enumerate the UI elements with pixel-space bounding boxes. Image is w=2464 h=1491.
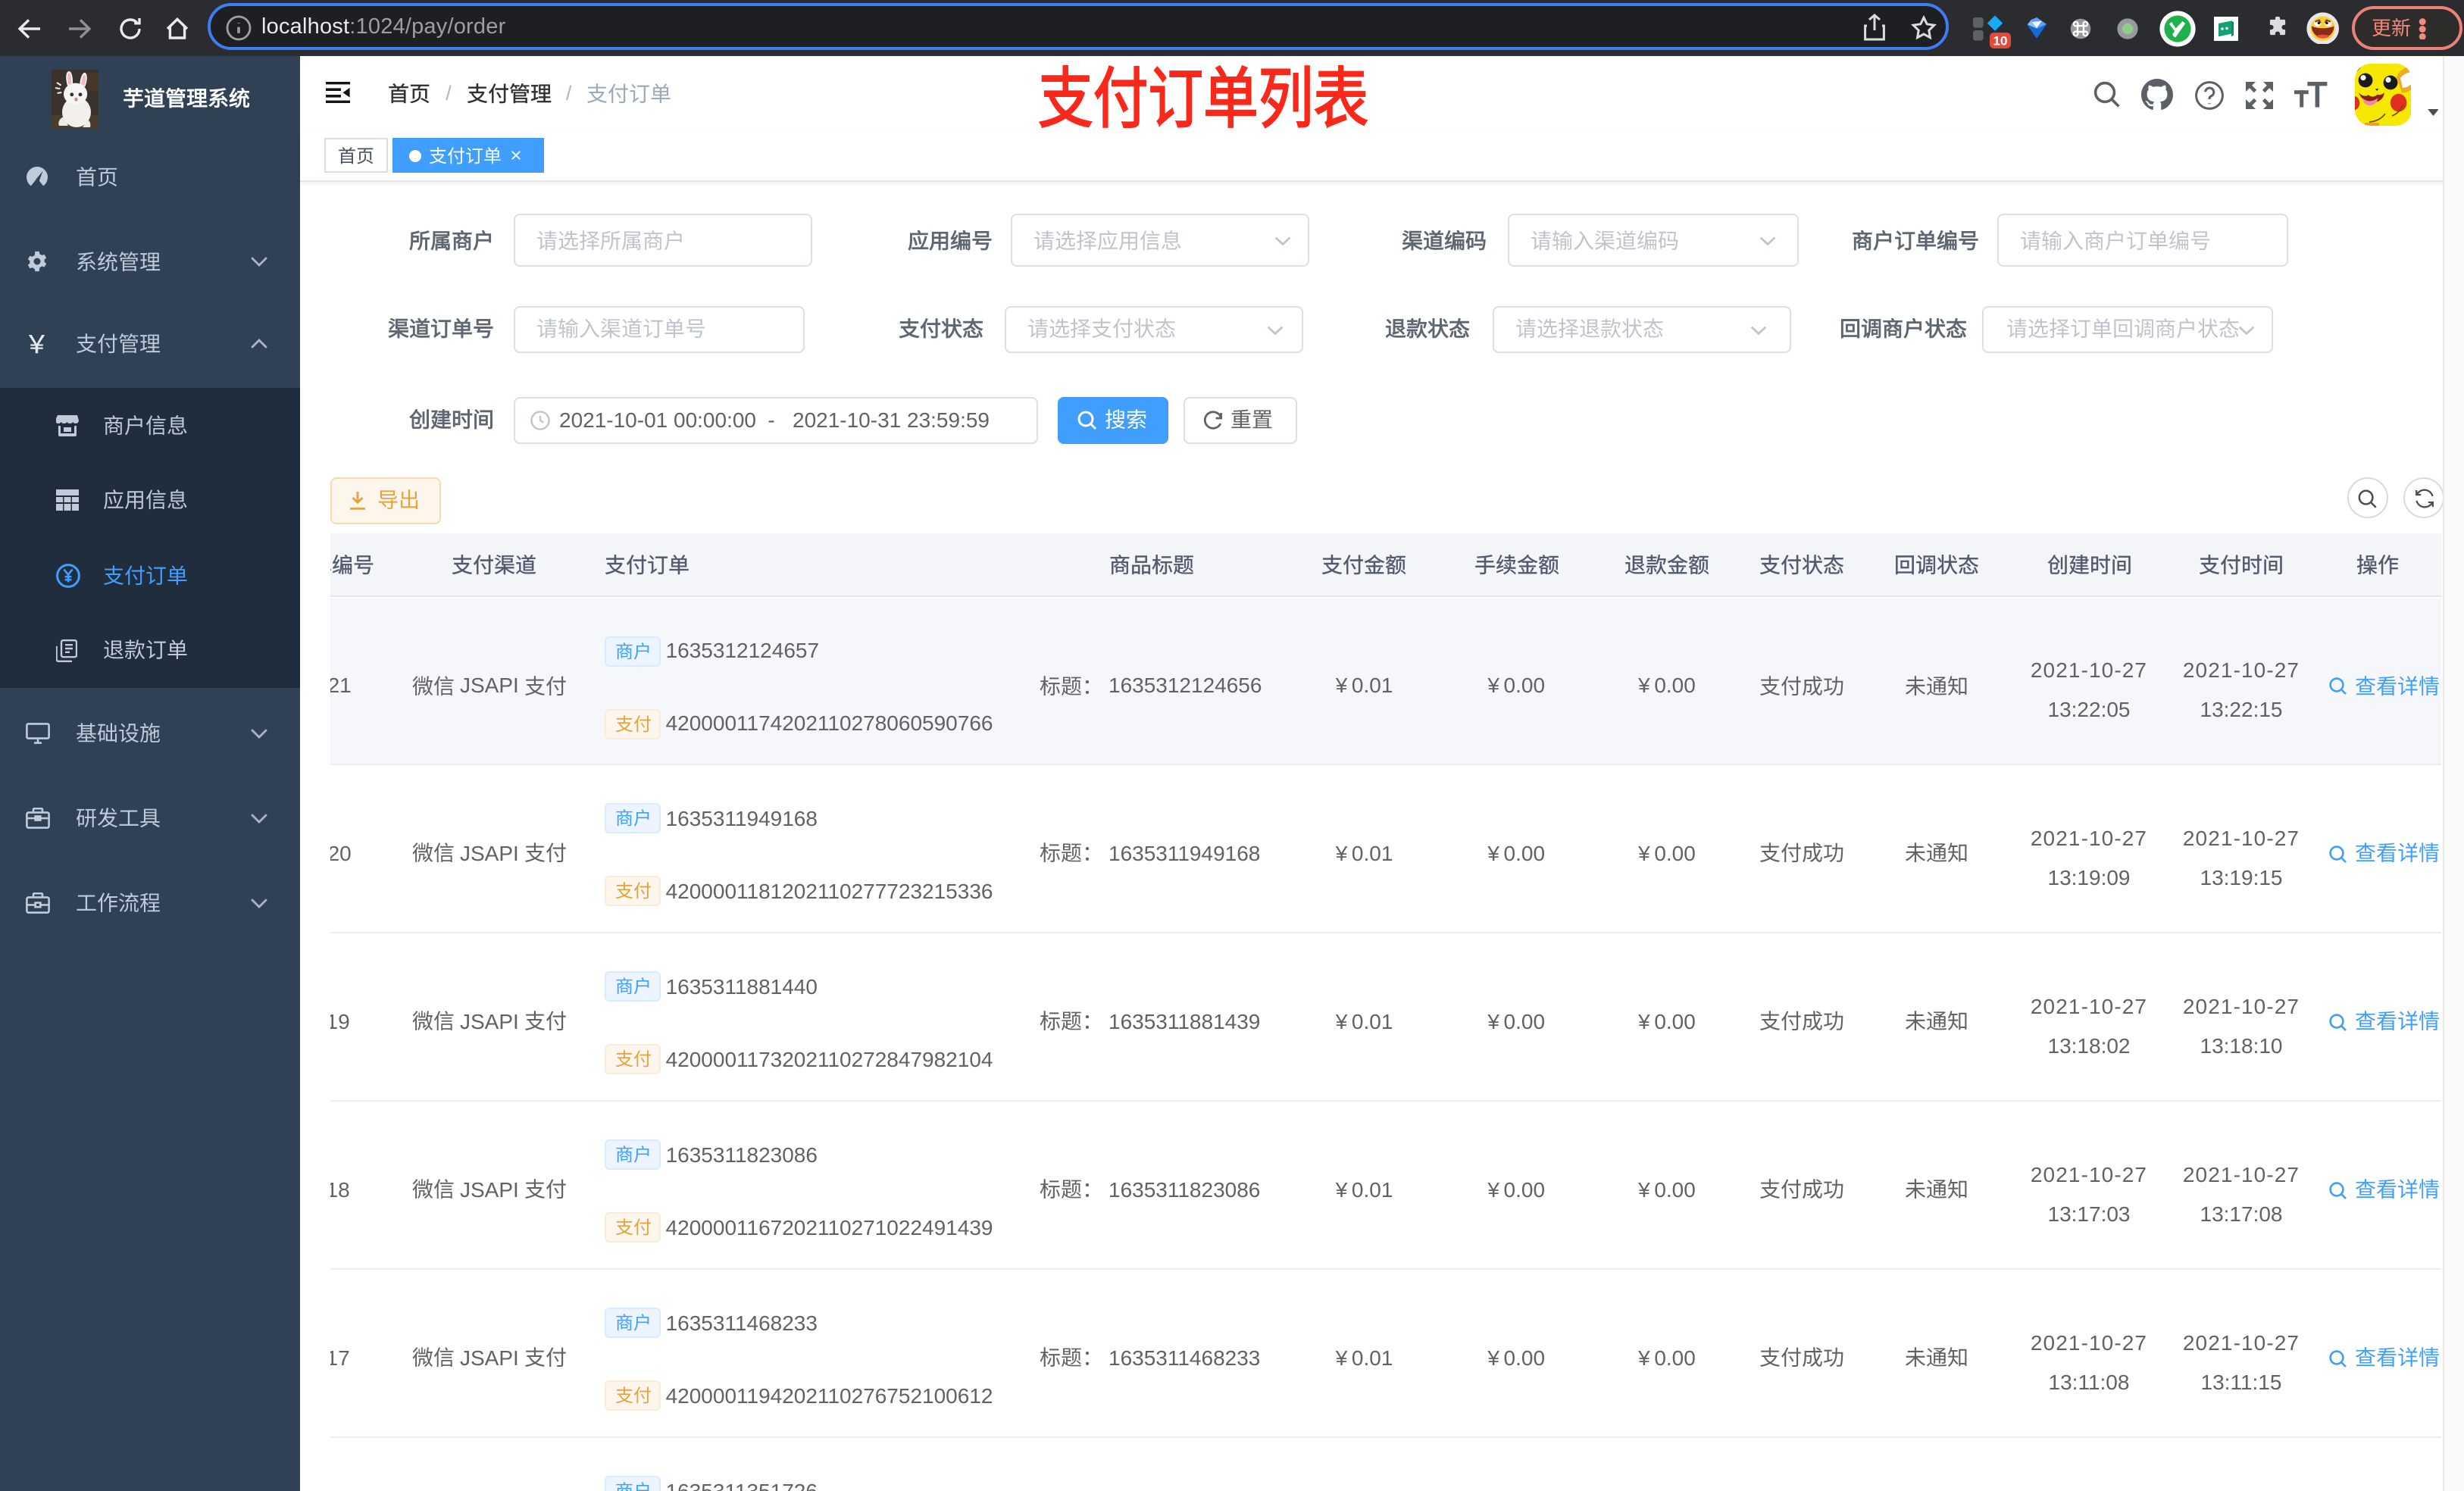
svg-text:10: 10 xyxy=(1993,34,2008,48)
